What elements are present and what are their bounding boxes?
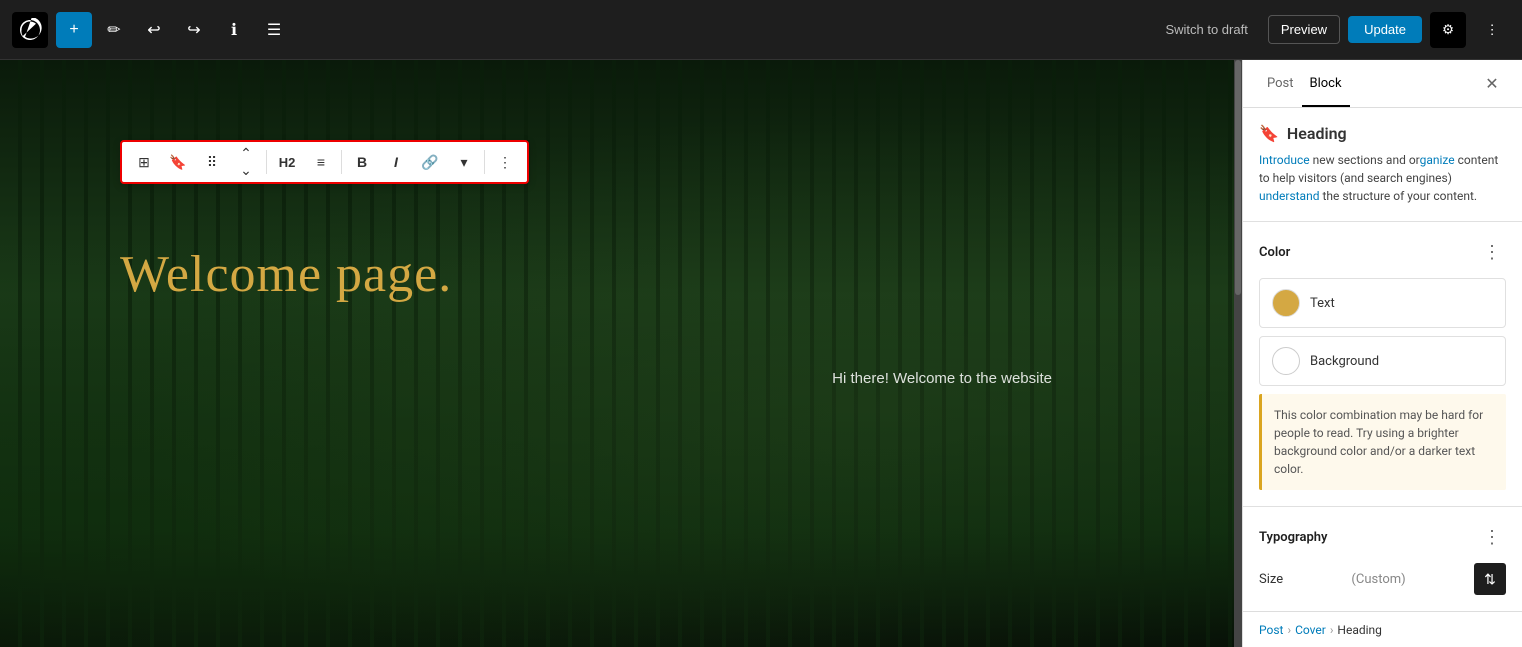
wp-logo-icon	[18, 18, 42, 42]
block-panel-header: 🔖 Heading	[1259, 124, 1506, 143]
italic-icon: I	[394, 154, 398, 170]
cover-image: ⊞ 🔖 ⠿ ⌃⌄ H2 ≡	[0, 60, 1242, 647]
bold-button[interactable]: B	[346, 146, 378, 178]
switch-draft-button[interactable]: Switch to draft	[1153, 16, 1259, 43]
heading-text[interactable]: Welcome page.	[120, 245, 452, 304]
toolbar-divider-3	[484, 150, 485, 174]
heading-level-button[interactable]: H2	[271, 146, 303, 178]
size-label: Size	[1259, 572, 1283, 587]
more-rich-text-button[interactable]: ▾	[448, 146, 480, 178]
toolbar-divider-1	[266, 150, 267, 174]
italic-button[interactable]: I	[380, 146, 412, 178]
chevron-updown-icon: ⌃⌄	[240, 145, 252, 179]
understand-link[interactable]: understand	[1259, 189, 1319, 203]
undo-button[interactable]: ↩	[136, 12, 172, 48]
text-align-button[interactable]: ≡	[305, 146, 337, 178]
list-view-button[interactable]: ☰	[256, 12, 292, 48]
size-icon: ⇅	[1484, 571, 1496, 588]
top-bar: + ✏ ↩ ↪ ℹ ☰ Switch to draft Preview Upda…	[0, 0, 1522, 60]
close-icon: ✕	[1485, 74, 1498, 94]
background-color-label: Background	[1310, 354, 1379, 369]
bookmark-icon: 🔖	[1259, 124, 1279, 143]
block-panel-desc: Introduce new sections and organize cont…	[1259, 151, 1506, 205]
panel-close-button[interactable]: ✕	[1478, 70, 1506, 98]
top-right-actions: Switch to draft Preview Update ⚙ ⋮	[1153, 12, 1510, 48]
editor-area: ⊞ 🔖 ⠿ ⌃⌄ H2 ≡	[0, 60, 1242, 647]
redo-icon: ↪	[187, 20, 200, 40]
align-icon: ≡	[317, 154, 325, 170]
size-row: Size (Custom) ⇅	[1259, 563, 1506, 595]
editor-scrollbar-thumb	[1235, 60, 1241, 295]
breadcrumb-sep-1: ›	[1287, 623, 1291, 637]
right-panel: Post Block ✕ 🔖 Heading Introduce new sec…	[1242, 60, 1522, 647]
color-section-title: Color	[1259, 245, 1290, 260]
bookmark-toolbar-icon: 🔖	[169, 154, 186, 171]
post-tab[interactable]: Post	[1259, 62, 1302, 107]
link-icon: 🔗	[421, 154, 438, 171]
block-options-button[interactable]: ⋮	[489, 146, 521, 178]
chevron-down-icon: ▾	[460, 154, 467, 171]
size-icon-button[interactable]: ⇅	[1474, 563, 1506, 595]
block-toolbar: ⊞ 🔖 ⠿ ⌃⌄ H2 ≡	[120, 140, 529, 184]
breadcrumb-cover[interactable]: Cover	[1295, 623, 1326, 637]
main-layout: ⊞ 🔖 ⠿ ⌃⌄ H2 ≡	[0, 60, 1522, 647]
breadcrumb-heading: Heading	[1337, 623, 1382, 637]
info-button[interactable]: ℹ	[216, 12, 252, 48]
settings-button[interactable]: ⚙	[1430, 12, 1466, 48]
undo-icon: ↩	[147, 20, 160, 40]
list-icon: ☰	[267, 20, 281, 40]
add-block-button[interactable]: +	[56, 12, 92, 48]
section-divider-2	[1243, 506, 1522, 507]
panel-content: 🔖 Heading Introduce new sections and org…	[1243, 108, 1522, 611]
move-up-down-button[interactable]: ⌃⌄	[230, 146, 262, 178]
text-color-label: Text	[1310, 296, 1335, 311]
sub-text[interactable]: Hi there! Welcome to the website	[832, 370, 1052, 387]
typography-dots-icon: ⋮	[1483, 527, 1501, 548]
redo-button[interactable]: ↪	[176, 12, 212, 48]
move-handle-button[interactable]: ⠿	[196, 146, 228, 178]
update-button[interactable]: Update	[1348, 16, 1422, 43]
background-color-swatch	[1272, 347, 1300, 375]
block-panel-title: Heading	[1287, 124, 1347, 143]
ganize-link[interactable]: ganize	[1420, 153, 1455, 167]
breadcrumb-post[interactable]: Post	[1259, 623, 1283, 637]
block-appender-icon: ⊞	[138, 154, 150, 171]
introduce-link[interactable]: Introduce	[1259, 153, 1310, 167]
drag-handle-button[interactable]: 🔖	[162, 146, 194, 178]
breadcrumb-sep-2: ›	[1330, 623, 1334, 637]
size-custom-label: (Custom)	[1351, 572, 1405, 587]
text-color-swatch	[1272, 289, 1300, 317]
ellipsis-icon: ⋮	[498, 154, 512, 171]
info-icon: ℹ	[231, 20, 237, 40]
link-button[interactable]: 🔗	[414, 146, 446, 178]
typography-section-header: Typography ⋮	[1259, 519, 1506, 551]
breadcrumb: Post › Cover › Heading	[1243, 611, 1522, 647]
section-divider-1	[1243, 221, 1522, 222]
drag-icon: ⠿	[207, 154, 217, 171]
h2-label: H2	[279, 155, 296, 170]
text-color-row[interactable]: Text	[1259, 278, 1506, 328]
color-more-button[interactable]: ⋮	[1478, 238, 1506, 266]
more-options-button[interactable]: ⋮	[1474, 12, 1510, 48]
tools-button[interactable]: ✏	[96, 12, 132, 48]
color-section-header: Color ⋮	[1259, 234, 1506, 266]
gear-icon: ⚙	[1442, 22, 1454, 38]
background-color-row[interactable]: Background	[1259, 336, 1506, 386]
block-tab[interactable]: Block	[1302, 62, 1350, 107]
editor-scrollbar[interactable]	[1234, 60, 1242, 647]
color-warning-box: This color combination may be hard for p…	[1259, 394, 1506, 490]
typography-more-button[interactable]: ⋮	[1478, 523, 1506, 551]
pencil-icon: ✏	[107, 20, 120, 40]
toolbar-divider-2	[341, 150, 342, 174]
wp-logo	[12, 12, 48, 48]
block-icon-button[interactable]: ⊞	[128, 146, 160, 178]
bold-icon: B	[357, 154, 367, 170]
panel-header: Post Block ✕	[1243, 60, 1522, 108]
preview-button[interactable]: Preview	[1268, 15, 1340, 44]
add-icon: +	[69, 21, 78, 39]
typography-section-title: Typography	[1259, 530, 1328, 545]
kebab-icon: ⋮	[1485, 22, 1498, 38]
dots-icon: ⋮	[1483, 242, 1501, 263]
